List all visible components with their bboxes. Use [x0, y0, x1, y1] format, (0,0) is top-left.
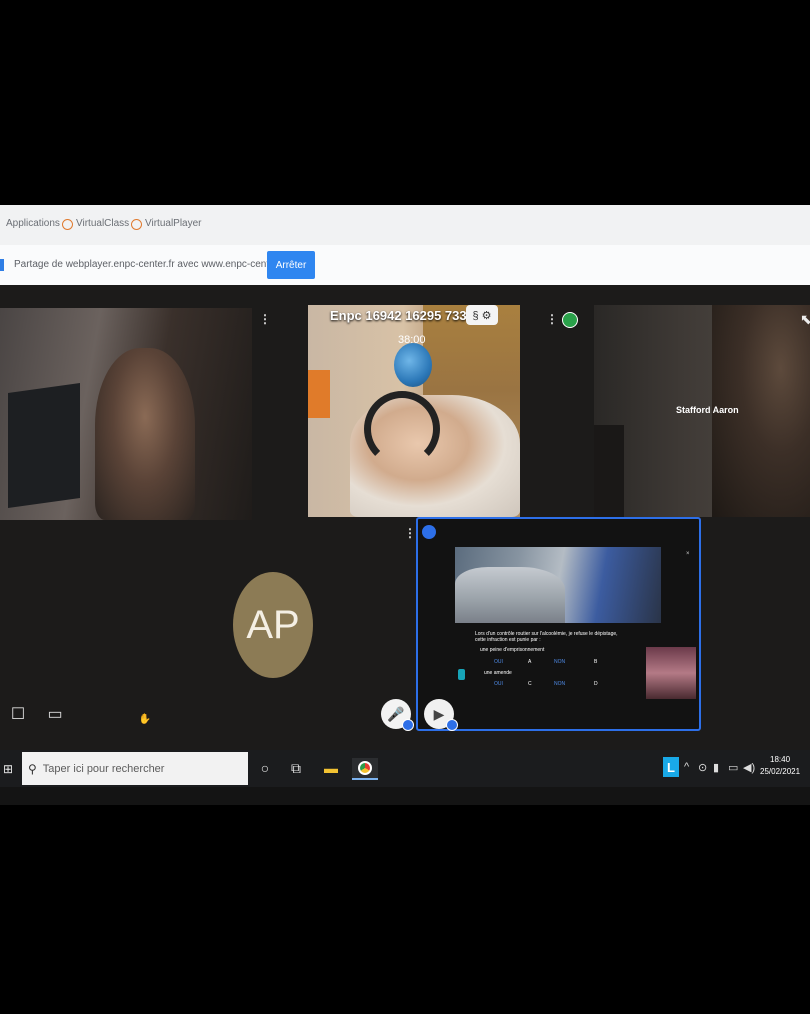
- host-badge-icon: [562, 312, 578, 328]
- windows-icon[interactable]: ⊞: [0, 759, 16, 779]
- participant-name: Stafford Aaron: [676, 405, 739, 415]
- file-explorer-icon[interactable]: ▬: [321, 758, 341, 778]
- network-icon[interactable]: ⊙: [698, 761, 707, 774]
- answer-d[interactable]: NON: [554, 681, 565, 687]
- clock-time: 18:40: [770, 755, 791, 764]
- mouse-cursor-icon: ⬉: [800, 311, 810, 327]
- microphone-tray-icon[interactable]: ▮: [713, 761, 719, 774]
- screen-share-icon[interactable]: ▭: [44, 703, 66, 725]
- option-1-label: une peine d'emprisonnement: [480, 647, 545, 653]
- cortana-icon[interactable]: ○: [255, 758, 275, 778]
- chat-icon[interactable]: ☐: [7, 703, 29, 725]
- answer-a[interactable]: OUI: [494, 659, 503, 665]
- chrome-icon[interactable]: [352, 758, 378, 780]
- clock-date: 25/02/2021: [760, 767, 801, 776]
- tile-options-icon[interactable]: ⋮: [404, 526, 416, 540]
- object-image: [308, 370, 330, 418]
- bookmark-applications[interactable]: Applications: [6, 218, 60, 229]
- share-indicator: [0, 259, 4, 271]
- mic-check-icon: [402, 719, 414, 731]
- answer-b[interactable]: NON: [554, 659, 565, 665]
- task-view-icon[interactable]: ⧉: [286, 758, 306, 778]
- monitor-image: [8, 382, 80, 509]
- info-icon: § ⚙: [472, 309, 492, 322]
- virtualplayer-icon: [131, 219, 142, 230]
- meeting-timer: 38:00: [398, 334, 426, 346]
- letter-a: A: [528, 659, 532, 665]
- camera-icon: ▶: [433, 705, 445, 722]
- screen: Applications VirtualClass VirtualPlayer …: [0, 205, 810, 805]
- speaker-icon: [422, 525, 436, 539]
- bookmark-virtualclass[interactable]: VirtualClass: [76, 218, 129, 229]
- taskbar-clock[interactable]: 18:40 25/02/2021: [760, 754, 800, 778]
- meeting-id: Enpc 16942 16295 7335: [330, 308, 474, 323]
- chevron-up-icon[interactable]: ^: [684, 761, 689, 773]
- shared-screen-tile[interactable]: × Lors d'un contrôle routier sur l'alcoo…: [416, 517, 701, 731]
- search-icon: ⚲: [28, 761, 37, 776]
- option-2-label: une amende: [484, 670, 512, 676]
- headphones-image: [364, 391, 440, 467]
- letter-c: C: [528, 681, 532, 687]
- video-tile-3[interactable]: Stafford Aaron: [594, 305, 810, 517]
- virtualclass-icon: [62, 219, 73, 230]
- bookmark-virtualplayer[interactable]: VirtualPlayer: [145, 218, 202, 229]
- screen-share-bar: Partage de webplayer.enpc-center.fr avec…: [0, 245, 810, 286]
- volume-icon[interactable]: ◀): [743, 761, 755, 774]
- app-l-icon[interactable]: L: [663, 757, 679, 777]
- meeting-info-button[interactable]: § ⚙: [466, 305, 498, 325]
- stop-sharing-button[interactable]: Arrêter: [267, 251, 315, 279]
- chrome-logo: [358, 761, 372, 775]
- globe-image: [394, 343, 432, 387]
- tile-options-icon[interactable]: ⋮: [546, 312, 558, 326]
- video-tile-1[interactable]: [0, 308, 252, 520]
- taskbar: ⊞ ⚲ Taper ici pour rechercher ○ ⧉ ▬ L ^ …: [0, 750, 810, 787]
- participant-avatar[interactable]: AP: [233, 572, 313, 678]
- video-tile-2[interactable]: Enpc 16942 16295 7335 § ⚙ 38:00: [308, 305, 520, 517]
- car-image: [455, 567, 565, 623]
- tile-options-icon[interactable]: ⋮: [259, 312, 271, 326]
- taskbar-search-box[interactable]: ⚲ Taper ici pour rechercher: [22, 752, 248, 785]
- close-icon[interactable]: ×: [686, 551, 690, 557]
- door-image: [594, 425, 624, 517]
- microphone-icon: 🎤: [387, 705, 405, 722]
- letter-b: B: [594, 659, 598, 665]
- search-placeholder: Taper ici pour rechercher: [42, 762, 165, 775]
- question-text: Lors d'un contrôle routier sur l'alcoolé…: [475, 631, 618, 643]
- bookmarks-bar: Applications VirtualClass VirtualPlayer: [0, 205, 810, 245]
- participant-video: [95, 348, 195, 520]
- display-icon[interactable]: ▭: [728, 761, 738, 774]
- app-icon: [458, 669, 465, 680]
- hand-mute-icon[interactable]: ✋: [134, 708, 156, 730]
- question-photo: [455, 547, 661, 623]
- letter-d: D: [594, 681, 598, 687]
- answer-c[interactable]: OUI: [494, 681, 503, 687]
- self-view-video: [646, 647, 696, 699]
- share-status-text: Partage de webplayer.enpc-center.fr avec…: [14, 259, 295, 270]
- camera-check-icon: [446, 719, 458, 731]
